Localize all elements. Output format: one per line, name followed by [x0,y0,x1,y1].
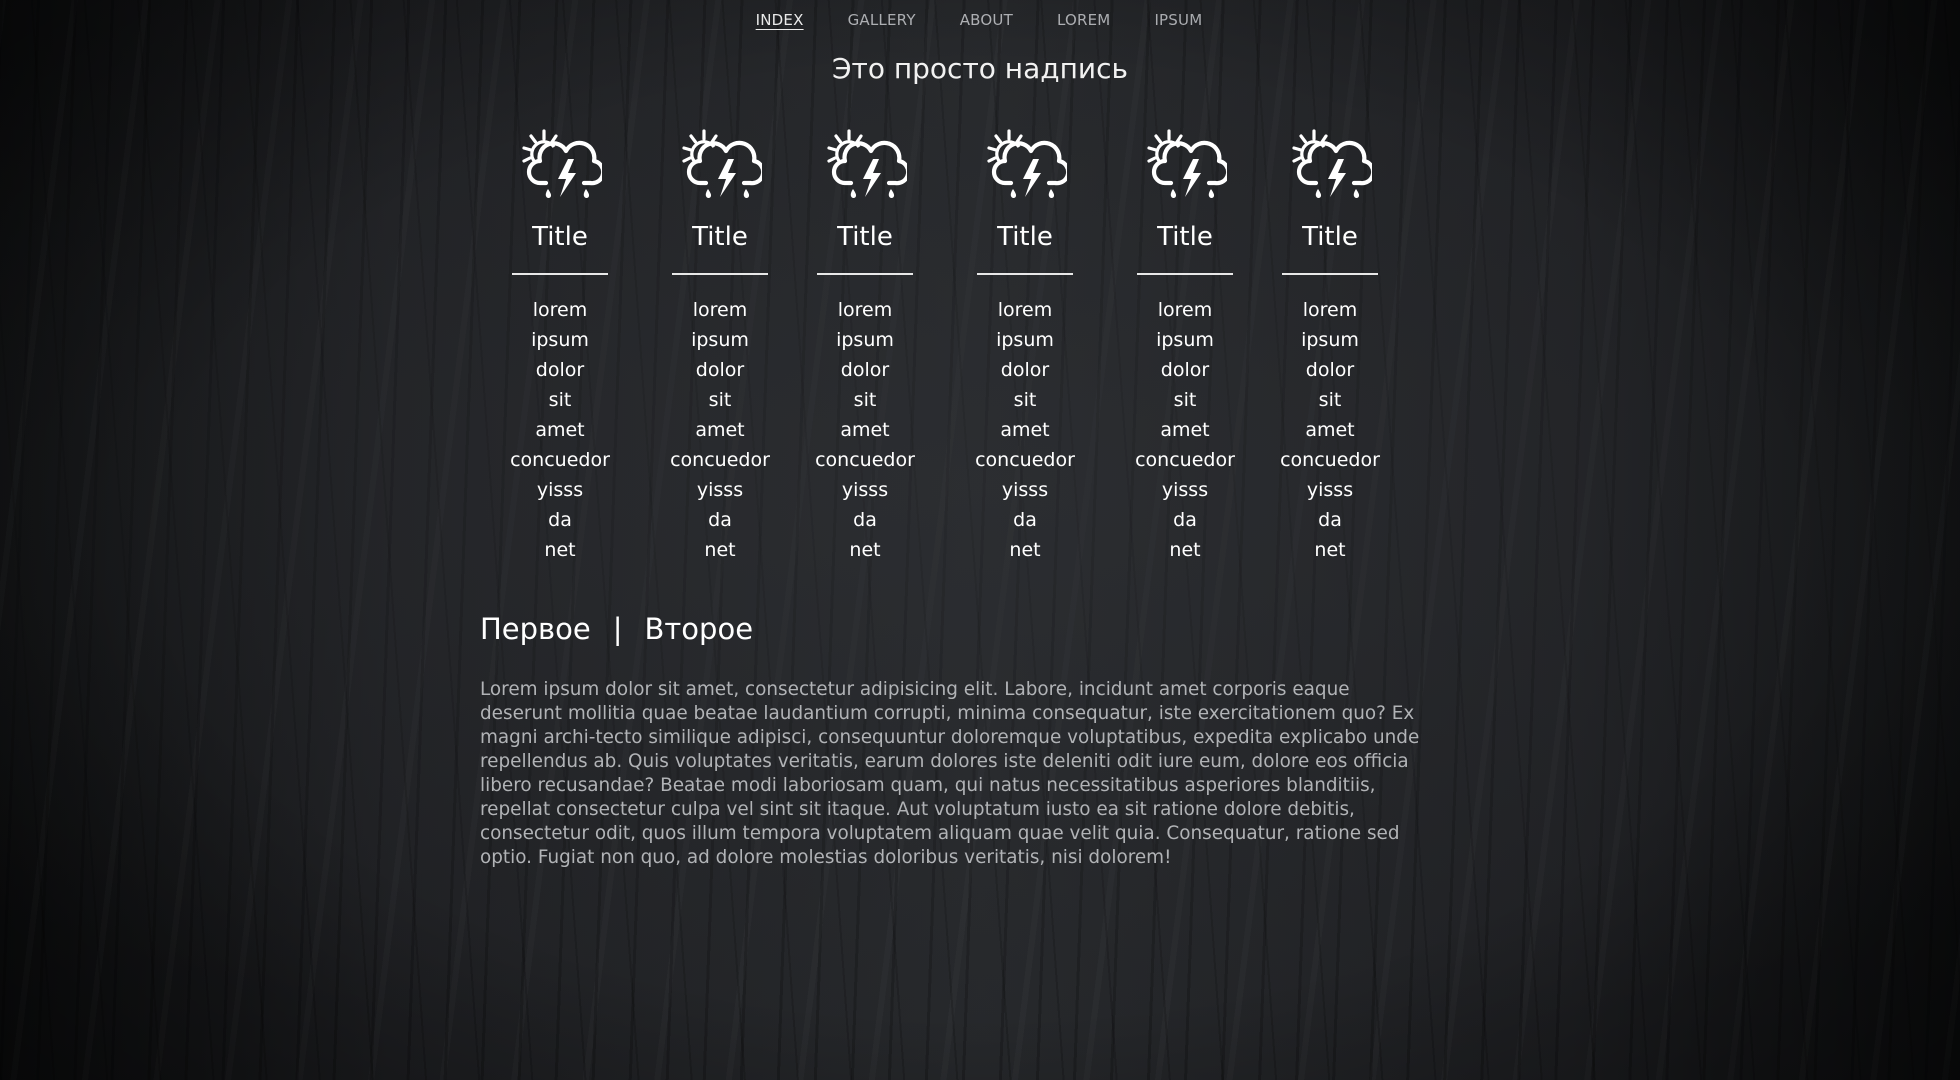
list-item: da [1013,509,1037,531]
page-title: Это просто надпись [831,52,1129,85]
feature-column-title: Title [997,222,1053,252]
list-item: amet [1000,419,1050,441]
nav-item-lorem[interactable]: LOREM [1035,10,1132,30]
list-item: sit [548,389,572,411]
list-item: yisss [696,479,744,501]
list-item: net [1009,539,1041,561]
list-item: net [544,539,576,561]
list-item: concuedor [975,449,1075,471]
top-nav: INDEX GALLERY ABOUT LOREM IPSUM [0,10,1960,30]
list-item: concuedor [670,449,770,471]
list-item: sit [1318,389,1342,411]
feature-column: Title lorem ipsum dolor sit amet concuedor yiss… [510,125,610,565]
list-item: yisss [1306,479,1354,501]
weather-storm-sun-icon [518,125,606,207]
divider [672,273,768,275]
feature-column: Title lorem ipsum dolor sit amet concuedor yiss… [815,125,915,565]
divider [1137,273,1233,275]
list-item: lorem [997,299,1053,321]
list-item: ipsum [691,329,749,351]
nav-item-gallery[interactable]: GALLERY [826,10,938,30]
list-item: concuedor [1280,449,1380,471]
list-item: ipsum [996,329,1054,351]
list-item: amet [1305,419,1355,441]
feature-column-title: Title [837,222,893,252]
list-item: net [1169,539,1201,561]
list-item: lorem [692,299,748,321]
weather-storm-sun-icon [678,125,766,207]
list-item: da [548,509,572,531]
tab-separator: | [612,612,623,646]
feature-list: lorem ipsum dolor sit amet concuedor yisss da ne… [670,295,770,565]
feature-column-title: Title [692,222,748,252]
feature-list: lorem ipsum dolor sit amet concuedor yisss da ne… [975,295,1075,565]
list-item: amet [695,419,745,441]
weather-storm-sun-icon [983,125,1071,207]
list-item: dolor [695,359,745,381]
feature-column-title: Title [532,222,588,252]
list-item: net [704,539,736,561]
list-item: yisss [841,479,889,501]
feature-column: Title lorem ipsum dolor sit amet concuedor yiss… [1280,125,1380,565]
list-item: yisss [1001,479,1049,501]
feature-list: lorem ipsum dolor sit amet concuedor yisss da ne… [815,295,915,565]
list-item: sit [853,389,877,411]
page: INDEX GALLERY ABOUT LOREM IPSUM Это прос… [0,0,1960,1080]
nav-item-about[interactable]: ABOUT [938,10,1035,30]
list-item: lorem [1157,299,1213,321]
tab-second[interactable]: Второе [645,612,754,646]
list-item: lorem [1302,299,1358,321]
divider [1282,273,1378,275]
feature-column-title: Title [1157,222,1213,252]
nav-item-index[interactable]: INDEX [734,10,826,30]
weather-storm-sun-icon [1288,125,1376,207]
body-paragraph: Lorem ipsum dolor sit amet, consectetur … [480,679,1420,868]
list-item: concuedor [815,449,915,471]
list-item: sit [708,389,732,411]
divider [817,273,913,275]
tab-first[interactable]: Первое [480,612,591,646]
list-item: concuedor [1135,449,1235,471]
list-item: dolor [535,359,585,381]
list-item: dolor [840,359,890,381]
list-item: da [1173,509,1197,531]
list-item: net [1314,539,1346,561]
list-item: ipsum [836,329,894,351]
list-item: ipsum [1156,329,1214,351]
divider [977,273,1073,275]
feature-list: lorem ipsum dolor sit amet concuedor yisss da ne… [1135,295,1235,565]
weather-storm-sun-icon [823,125,911,207]
list-item: net [849,539,881,561]
list-item: yisss [536,479,584,501]
list-item: dolor [1000,359,1050,381]
list-item: amet [535,419,585,441]
list-item: da [1318,509,1342,531]
nav-item-ipsum[interactable]: IPSUM [1132,10,1224,30]
list-item: da [708,509,732,531]
list-item: concuedor [510,449,610,471]
feature-list: lorem ipsum dolor sit amet concuedor yisss da ne… [1280,295,1380,565]
list-item: dolor [1305,359,1355,381]
list-item: sit [1013,389,1037,411]
feature-list: lorem ipsum dolor sit amet concuedor yisss da ne… [510,295,610,565]
list-item: ipsum [531,329,589,351]
list-item: yisss [1161,479,1209,501]
list-item: dolor [1160,359,1210,381]
feature-column: Title lorem ipsum dolor sit amet concuedor yiss… [975,125,1075,565]
tab-bar: Первое | Второе [480,612,753,646]
weather-storm-sun-icon [1143,125,1231,207]
list-item: lorem [532,299,588,321]
feature-columns: Title lorem ipsum dolor sit amet concuedor yiss… [0,125,1960,565]
feature-column-title: Title [1302,222,1358,252]
feature-column: Title lorem ipsum dolor sit amet concuedor yiss… [670,125,770,565]
feature-column: Title lorem ipsum dolor sit amet concuedor yiss… [1135,125,1235,565]
divider [512,273,608,275]
list-item: da [853,509,877,531]
list-item: amet [1160,419,1210,441]
list-item: sit [1173,389,1197,411]
list-item: ipsum [1301,329,1359,351]
list-item: lorem [837,299,893,321]
list-item: amet [840,419,890,441]
